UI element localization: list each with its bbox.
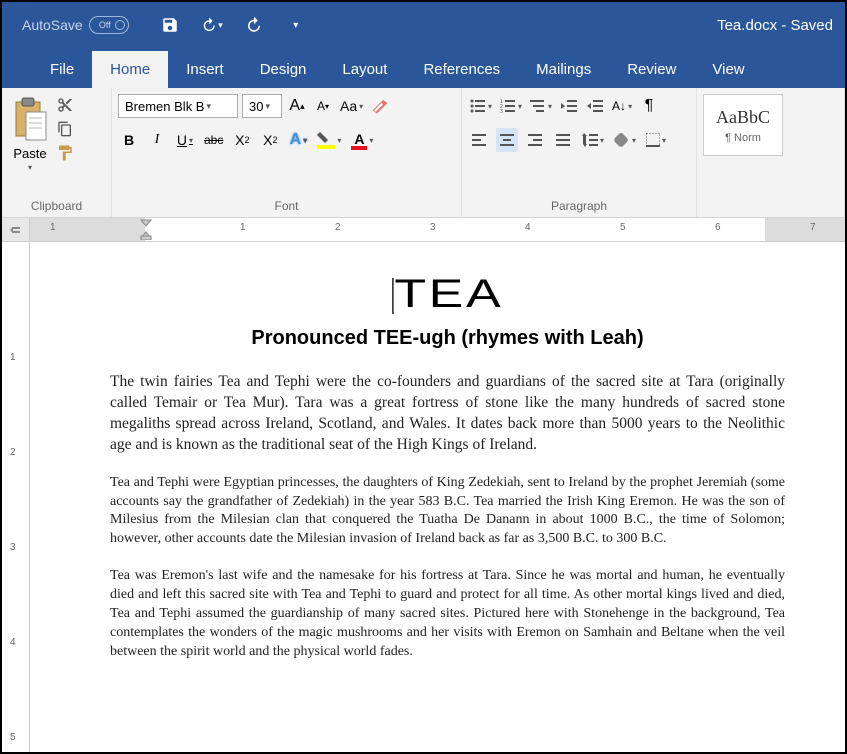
group-clipboard: Paste ▾ Clipboard (2, 88, 112, 217)
shrink-font-icon[interactable]: A▾ (312, 94, 334, 118)
group-styles: AaBbC ¶ Norm (697, 88, 845, 217)
sort-icon[interactable]: A↓ (610, 94, 634, 118)
multilevel-list-icon[interactable] (528, 94, 554, 118)
doc-heading: TEA (30, 272, 845, 317)
ruler-v-num: 5 (10, 732, 16, 743)
ruler-v-num: 2 (10, 447, 16, 458)
shading-icon[interactable] (612, 128, 638, 152)
page[interactable]: TEA Pronounced TEE-ugh (rhymes with Leah… (30, 242, 845, 752)
align-left-icon[interactable] (468, 128, 490, 152)
text-cursor (392, 278, 393, 314)
tab-references[interactable]: References (405, 51, 518, 88)
ribbon: Paste ▾ Clipboard Bremen Blk B▾ 30▾ A▴ (2, 88, 845, 218)
ruler-num: 6 (715, 222, 721, 233)
ruler-num: 1 (50, 222, 56, 233)
autosave-state: Off (99, 20, 111, 30)
strikethrough-button[interactable]: abc (202, 128, 225, 152)
font-name-combo[interactable]: Bremen Blk B▾ (118, 94, 238, 118)
group-font: Bremen Blk B▾ 30▾ A▴ A▾ Aa B I U abc X2 … (112, 88, 462, 217)
italic-button[interactable]: I (146, 128, 168, 152)
paragraph-group-label: Paragraph (468, 199, 690, 215)
tab-layout[interactable]: Layout (324, 51, 405, 88)
clear-formatting-icon[interactable] (369, 94, 391, 118)
clipboard-group-label: Clipboard (8, 199, 105, 215)
decrease-indent-icon[interactable] (558, 94, 580, 118)
format-painter-icon[interactable] (56, 144, 74, 162)
align-right-icon[interactable] (524, 128, 546, 152)
horizontal-ruler[interactable]: 1 1 2 3 4 5 6 7 (30, 218, 845, 242)
ruler-num: 5 (620, 222, 626, 233)
copy-icon[interactable] (56, 120, 74, 138)
autosave-switch[interactable]: Off (89, 16, 129, 34)
style-normal[interactable]: AaBbC ¶ Norm (703, 94, 783, 156)
font-group-label: Font (118, 199, 455, 215)
line-spacing-icon[interactable] (580, 128, 606, 152)
ruler-v-num: 1 (10, 352, 16, 363)
show-marks-icon[interactable]: ¶ (638, 94, 660, 118)
increase-indent-icon[interactable] (584, 94, 606, 118)
tab-design[interactable]: Design (242, 51, 325, 88)
doc-subtitle: Pronounced TEE-ugh (rhymes with Leah) (110, 327, 785, 350)
tab-view[interactable]: View (694, 51, 762, 88)
doc-paragraph: The twin fairies Tea and Tephi were the … (110, 372, 785, 456)
tab-insert[interactable]: Insert (168, 51, 242, 88)
borders-icon[interactable] (644, 128, 668, 152)
justify-icon[interactable] (552, 128, 574, 152)
qat-more-icon[interactable]: ▾ (285, 14, 307, 36)
align-center-icon[interactable] (496, 128, 518, 152)
highlight-icon[interactable] (315, 128, 343, 152)
style-preview: AaBbC (716, 107, 770, 128)
numbering-icon[interactable]: 123 (498, 94, 524, 118)
tab-mailings[interactable]: Mailings (518, 51, 609, 88)
ribbon-tabs: File Home Insert Design Layout Reference… (2, 48, 845, 88)
ruler-corner[interactable] (2, 218, 30, 242)
ruler-v-num: 3 (10, 542, 16, 553)
superscript-button[interactable]: X2 (259, 128, 281, 152)
indent-marker[interactable] (140, 218, 152, 240)
save-icon[interactable] (159, 14, 181, 36)
subscript-button[interactable]: X2 (231, 128, 253, 152)
doc-paragraph: Tea was Eremon's last wife and the names… (110, 567, 785, 661)
cut-icon[interactable] (56, 96, 74, 114)
paste-label: Paste (13, 146, 46, 161)
tab-review[interactable]: Review (609, 51, 694, 88)
change-case-icon[interactable]: Aa (338, 94, 365, 118)
paste-button[interactable]: Paste ▾ (8, 92, 52, 182)
tab-home[interactable]: Home (92, 51, 168, 88)
redo-icon[interactable] (243, 14, 265, 36)
group-paragraph: 123 A↓ ¶ Paragraph (462, 88, 697, 217)
ruler-area: 1 1 2 3 4 5 6 7 (2, 218, 845, 242)
tab-file[interactable]: File (32, 51, 92, 88)
svg-text:3: 3 (500, 109, 503, 113)
bullets-icon[interactable] (468, 94, 494, 118)
ruler-v-num: 4 (10, 637, 16, 648)
underline-button[interactable]: U (174, 128, 196, 152)
ruler-num: 3 (430, 222, 436, 233)
style-name: ¶ Norm (725, 132, 761, 144)
font-color-icon[interactable]: A (349, 128, 375, 152)
paste-icon (10, 94, 50, 144)
autosave-label: AutoSave (22, 17, 83, 33)
doc-paragraph: Tea and Tephi were Egyptian princesses, … (110, 474, 785, 550)
vertical-ruler[interactable]: 1 2 3 4 5 (2, 242, 30, 752)
bold-button[interactable]: B (118, 128, 140, 152)
text-effects-icon[interactable]: A (287, 128, 309, 152)
autosave-toggle-group[interactable]: AutoSave Off (22, 16, 129, 34)
document-area: 1 2 3 4 5 TEA Pronounced TEE-ugh (rhymes… (2, 242, 845, 752)
qat: ▾ ▾ (159, 14, 307, 36)
undo-icon[interactable]: ▾ (201, 14, 223, 36)
ruler-num: 7 (810, 222, 816, 233)
ruler-num: 4 (525, 222, 531, 233)
ruler-num: 2 (335, 222, 341, 233)
titlebar: AutoSave Off ▾ ▾ Tea.docx - Saved (2, 2, 845, 48)
toggle-knob (115, 20, 125, 30)
ruler-num: 1 (240, 222, 246, 233)
window-title: Tea.docx - Saved (717, 17, 835, 34)
font-size-combo[interactable]: 30▾ (242, 94, 282, 118)
grow-font-icon[interactable]: A▴ (286, 94, 308, 118)
